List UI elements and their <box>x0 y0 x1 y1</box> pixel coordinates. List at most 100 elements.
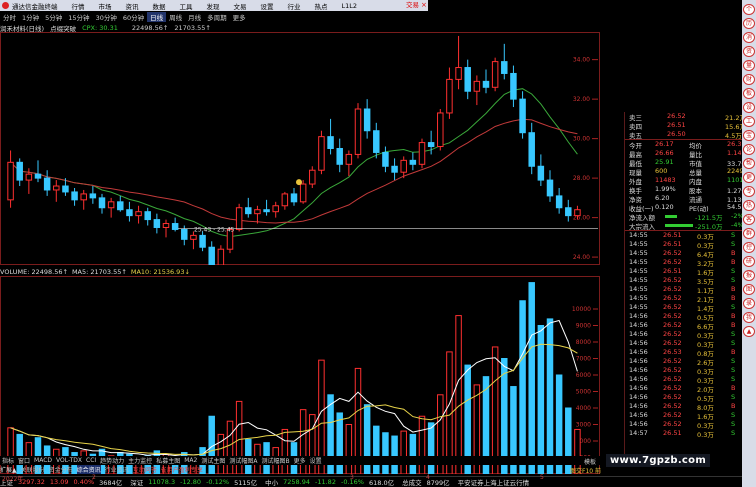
tab-trend-power[interactable]: 趋势动力 <box>98 456 126 465</box>
toolbar-shortcut-icon[interactable]: 宝 <box>743 130 755 141</box>
candle-body[interactable] <box>437 112 444 148</box>
candle-body[interactable] <box>528 132 535 167</box>
volume-bar[interactable] <box>519 300 526 474</box>
tab-private-main[interactable]: 私募主图 <box>154 456 182 465</box>
toolbar-shortcut-icon[interactable]: 专 <box>743 186 755 197</box>
period-weekly[interactable]: 周线 <box>166 12 185 22</box>
candle-body[interactable] <box>144 211 151 221</box>
menu-market[interactable]: 市场 <box>92 1 119 11</box>
candle-body[interactable] <box>25 173 33 181</box>
candle-body[interactable] <box>117 201 124 211</box>
menu-news[interactable]: 资讯 <box>119 1 146 11</box>
menu-tools[interactable]: 工具 <box>173 1 200 11</box>
candle-body[interactable] <box>254 209 261 215</box>
period-5min[interactable]: 5分钟 <box>42 12 65 22</box>
candle-body[interactable] <box>446 78 453 114</box>
volume-bar[interactable] <box>537 325 545 475</box>
menu-quotes[interactable]: 行情 <box>65 1 92 11</box>
candle-body[interactable] <box>482 80 490 88</box>
subtab-industry-news[interactable]: 行业资讯 <box>105 465 129 474</box>
toolbar-shortcut-icon[interactable]: 录 <box>743 298 755 309</box>
candle-body[interactable] <box>43 177 51 191</box>
toolbar-shortcut-icon[interactable]: 板 <box>743 88 755 99</box>
toolbar-shortcut-icon[interactable]: 资 <box>743 46 755 57</box>
menu-settings[interactable]: 设置 <box>254 1 281 11</box>
candle-body[interactable] <box>181 228 188 240</box>
candle-body[interactable] <box>537 165 545 181</box>
candle-body[interactable] <box>501 61 508 74</box>
candle-body[interactable] <box>89 193 97 199</box>
candle-body[interactable] <box>555 195 563 209</box>
candle-body[interactable] <box>71 191 78 201</box>
toolbar-shortcut-icon[interactable]: 量 <box>743 60 755 71</box>
candle-body[interactable] <box>391 165 398 173</box>
tab-main-monitor[interactable]: 主力监控 <box>126 456 154 465</box>
candle-body[interactable] <box>190 234 197 240</box>
candle-body[interactable] <box>135 211 142 217</box>
candle-body[interactable] <box>309 169 316 185</box>
close-icon[interactable]: × <box>421 0 427 11</box>
candle-body[interactable] <box>354 108 362 155</box>
toolbar-shortcut-icon[interactable]: ▲ <box>743 326 755 337</box>
period-1min[interactable]: 1分钟 <box>19 12 42 22</box>
volume-bar[interactable] <box>546 318 554 474</box>
subtab-capital-distribution[interactable]: 资金分布 <box>49 465 73 474</box>
candle-body[interactable] <box>34 173 42 179</box>
price-chart[interactable]: 34.0032.0030.0028.0026.0024.0025.43 - 25… <box>0 32 600 265</box>
toolbar-shortcut-icon[interactable]: 控 <box>743 242 755 253</box>
candle-body[interactable] <box>235 207 243 230</box>
toolbar-shortcut-icon[interactable]: 论 <box>743 144 755 155</box>
tab-test-sub-a[interactable]: 测试幅图A <box>227 456 259 465</box>
candle-body[interactable] <box>345 153 353 165</box>
subtab-related-shares[interactable]: 关联股份 <box>21 465 45 474</box>
tab-settings[interactable]: 设置 <box>308 456 324 465</box>
candle-body[interactable] <box>427 142 435 148</box>
tab-test-main[interactable]: 测试主图 <box>199 456 227 465</box>
candle-body[interactable] <box>574 209 581 217</box>
candle-body[interactable] <box>53 185 60 191</box>
menu-discover[interactable]: 发现 <box>200 1 227 11</box>
tab-window[interactable]: 窗口 <box>16 456 32 465</box>
candle-body[interactable] <box>409 159 417 165</box>
candle-body[interactable] <box>80 193 87 201</box>
candle-body[interactable] <box>126 209 133 217</box>
candle-body[interactable] <box>464 67 471 92</box>
tab-vol-tdx[interactable]: VOL-TDX <box>54 457 84 464</box>
candle-body[interactable] <box>510 72 517 100</box>
candle-body[interactable] <box>153 219 161 228</box>
candle-body[interactable] <box>62 185 69 193</box>
candle-body[interactable] <box>171 223 179 230</box>
tab-test-sub-b[interactable]: 测试幅图B <box>259 456 291 465</box>
toolbar-shortcut-icon[interactable]: 更 <box>743 172 755 183</box>
candle-body[interactable] <box>546 179 554 197</box>
toolbar-shortcut-icon[interactable]: 图 <box>743 284 755 295</box>
volume-bar[interactable] <box>455 315 462 474</box>
menu-industry[interactable]: 行业 <box>281 1 308 11</box>
toolbar-shortcut-icon[interactable]: 财 <box>743 74 755 85</box>
candle-body[interactable] <box>318 136 325 171</box>
period-daily[interactable]: 日线 <box>147 12 167 22</box>
volume-bar[interactable] <box>528 282 535 474</box>
candle-body[interactable] <box>7 161 14 201</box>
menu-hot[interactable]: 热点 <box>308 1 335 11</box>
candle-body[interactable] <box>263 209 270 213</box>
candle-body[interactable] <box>400 159 407 173</box>
candle-body[interactable] <box>16 161 23 181</box>
subtab-qa[interactable]: 互动问答 <box>133 465 157 474</box>
candle-body[interactable] <box>208 246 215 265</box>
candle-body[interactable] <box>199 234 206 248</box>
subtab-news[interactable]: 综合资讯 <box>76 465 101 474</box>
candle-body[interactable] <box>519 98 526 134</box>
period-multi[interactable]: 多周期 <box>204 12 230 22</box>
candle-body[interactable] <box>217 248 225 265</box>
candle-body[interactable] <box>299 183 307 203</box>
candle-body[interactable] <box>418 142 426 165</box>
toolbar-shortcut-icon[interactable]: 工 <box>743 116 755 127</box>
candle-body[interactable] <box>382 151 389 167</box>
menu-wenyi[interactable]: 文易 <box>227 1 254 11</box>
period-monthly[interactable]: 月线 <box>185 12 204 22</box>
period-intraday[interactable]: 分时 <box>0 12 19 22</box>
menu-data[interactable]: 数据 <box>146 1 173 11</box>
period-15min[interactable]: 15分钟 <box>65 12 92 22</box>
candle-body[interactable] <box>281 193 289 207</box>
